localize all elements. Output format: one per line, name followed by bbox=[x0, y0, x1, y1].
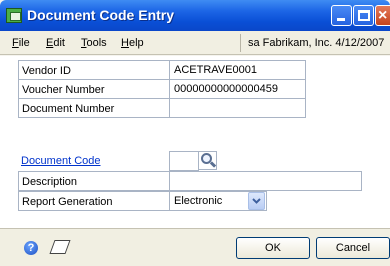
close-button[interactable]: × bbox=[375, 5, 390, 26]
chevron-down-glyph bbox=[252, 198, 261, 204]
chevron-down-icon[interactable] bbox=[248, 192, 265, 210]
window-app-icon bbox=[6, 8, 22, 23]
report-generation-label: Report Generation bbox=[18, 191, 170, 211]
window-title: Document Code Entry bbox=[27, 7, 175, 23]
note-icon[interactable] bbox=[49, 240, 71, 254]
cancel-button[interactable]: Cancel bbox=[316, 237, 390, 259]
maximize-button[interactable] bbox=[353, 5, 374, 26]
vendor-id-field: ACETRAVE0001 bbox=[169, 60, 306, 80]
company-info: sa Fabrikam, Inc. 4/12/2007 bbox=[248, 37, 385, 49]
description-input[interactable] bbox=[169, 171, 362, 191]
document-code-input[interactable] bbox=[169, 151, 199, 171]
menu-separator bbox=[240, 34, 241, 52]
description-label: Description bbox=[18, 171, 170, 191]
minimize-button[interactable] bbox=[331, 5, 352, 26]
bottom-bar: ? OK Cancel bbox=[0, 228, 390, 266]
form-area: Vendor ID ACETRAVE0001 Voucher Number 00… bbox=[0, 56, 390, 228]
vendor-id-label: Vendor ID bbox=[18, 60, 170, 80]
menu-file[interactable]: File bbox=[12, 37, 30, 49]
document-number-input[interactable] bbox=[169, 98, 306, 118]
document-code-lookup-button[interactable] bbox=[198, 151, 217, 170]
ok-button[interactable]: OK bbox=[236, 237, 310, 259]
minimize-icon bbox=[337, 18, 345, 21]
maximize-icon bbox=[358, 10, 370, 21]
document-number-label: Document Number bbox=[18, 98, 170, 118]
menu-bar: File Edit Tools Help sa Fabrikam, Inc. 4… bbox=[0, 31, 390, 55]
menu-tools[interactable]: Tools bbox=[81, 37, 107, 49]
menu-edit[interactable]: Edit bbox=[46, 37, 65, 49]
document-code-link[interactable]: Document Code bbox=[18, 151, 170, 171]
document-code-entry-window: Document Code Entry × File Edit Tools He… bbox=[0, 0, 390, 266]
menu-help[interactable]: Help bbox=[121, 37, 144, 49]
voucher-number-field: 00000000000000459 bbox=[169, 79, 306, 99]
help-icon[interactable]: ? bbox=[24, 241, 38, 255]
close-icon: × bbox=[378, 7, 388, 24]
voucher-number-label: Voucher Number bbox=[18, 79, 170, 99]
title-bar[interactable]: Document Code Entry × bbox=[0, 0, 390, 31]
magnifier-handle bbox=[209, 161, 217, 168]
